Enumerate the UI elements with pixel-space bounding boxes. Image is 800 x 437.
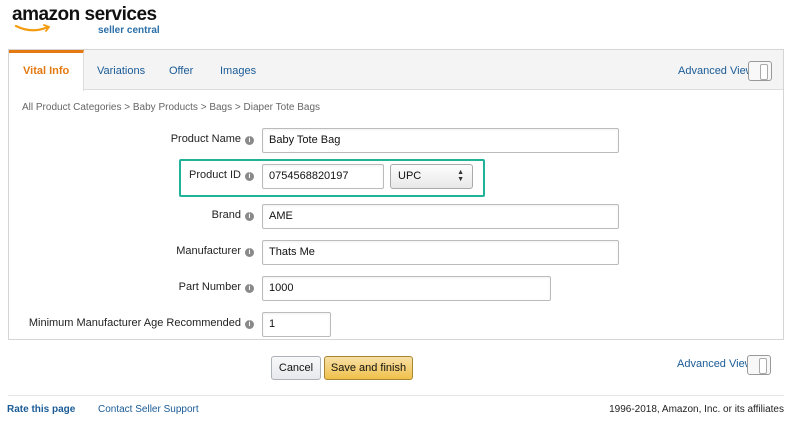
brand-input[interactable]: AME	[262, 204, 619, 229]
part-number-label: Part Number i	[179, 281, 254, 293]
logo-subtitle: seller central	[98, 25, 160, 36]
min-age-label-text: Minimum Manufacturer Age Recommended	[28, 317, 241, 329]
product-form-panel: Vital Info Variations Offer Images Advan…	[8, 49, 784, 340]
amazon-services-logo: amazon services seller central	[12, 4, 162, 40]
product-id-type-select[interactable]: UPC ▲ ▼	[390, 164, 473, 189]
info-icon[interactable]: i	[245, 248, 254, 257]
part-number-label-text: Part Number	[178, 281, 241, 293]
info-icon[interactable]: i	[245, 136, 254, 145]
contact-seller-support-link[interactable]: Contact Seller Support	[98, 404, 199, 415]
tab-vital-info[interactable]: Vital Info	[9, 50, 85, 91]
footer-divider	[8, 395, 784, 396]
manufacturer-input[interactable]: Thats Me	[262, 240, 619, 265]
product-id-input[interactable]: 0754568820197	[262, 164, 384, 189]
advanced-view-toggle[interactable]	[748, 61, 772, 81]
logo-wordmark: amazon services	[12, 4, 157, 25]
save-and-finish-button[interactable]: Save and finish	[324, 356, 413, 380]
up-down-arrows-icon: ▲ ▼	[457, 169, 464, 183]
tab-variations[interactable]: Variations	[97, 50, 145, 90]
info-icon[interactable]: i	[245, 212, 254, 221]
info-icon[interactable]: i	[245, 172, 254, 181]
info-icon[interactable]: i	[245, 284, 254, 293]
brand-label-text: Brand	[211, 209, 241, 221]
product-name-input[interactable]: Baby Tote Bag	[262, 128, 619, 153]
min-age-input[interactable]: 1	[262, 312, 331, 337]
tab-offer[interactable]: Offer	[169, 50, 193, 90]
tab-bar: Vital Info Variations Offer Images Advan…	[9, 50, 783, 91]
manufacturer-label-text: Manufacturer	[176, 245, 241, 257]
rate-this-page-link[interactable]: Rate this page	[7, 404, 75, 415]
footer-rate: Rate this page	[7, 404, 75, 415]
part-number-input[interactable]: 1000	[262, 276, 551, 301]
breadcrumb[interactable]: All Product Categories > Baby Products >…	[22, 102, 320, 113]
advanced-view-toggle-bottom[interactable]	[747, 355, 771, 375]
product-name-label-text: Product Name	[170, 133, 241, 145]
product-id-label: Product ID i	[189, 169, 254, 181]
product-id-label-text: Product ID	[189, 169, 241, 181]
product-name-label: Product Name i	[171, 133, 254, 145]
tab-images[interactable]: Images	[220, 50, 256, 90]
copyright-text: 1996-2018, Amazon, Inc. or its affiliate…	[609, 404, 784, 415]
min-age-label: Minimum Manufacturer Age Recommended i	[29, 317, 254, 329]
manufacturer-label: Manufacturer i	[176, 245, 254, 257]
cancel-button[interactable]: Cancel	[271, 356, 321, 380]
advanced-view-label-bottom[interactable]: Advanced View	[677, 358, 753, 370]
product-id-type-value: UPC	[398, 170, 422, 182]
amazon-smile-icon	[14, 24, 51, 32]
advanced-view-label[interactable]: Advanced View	[678, 65, 754, 77]
brand-label: Brand i	[212, 209, 254, 221]
info-icon[interactable]: i	[245, 320, 254, 329]
